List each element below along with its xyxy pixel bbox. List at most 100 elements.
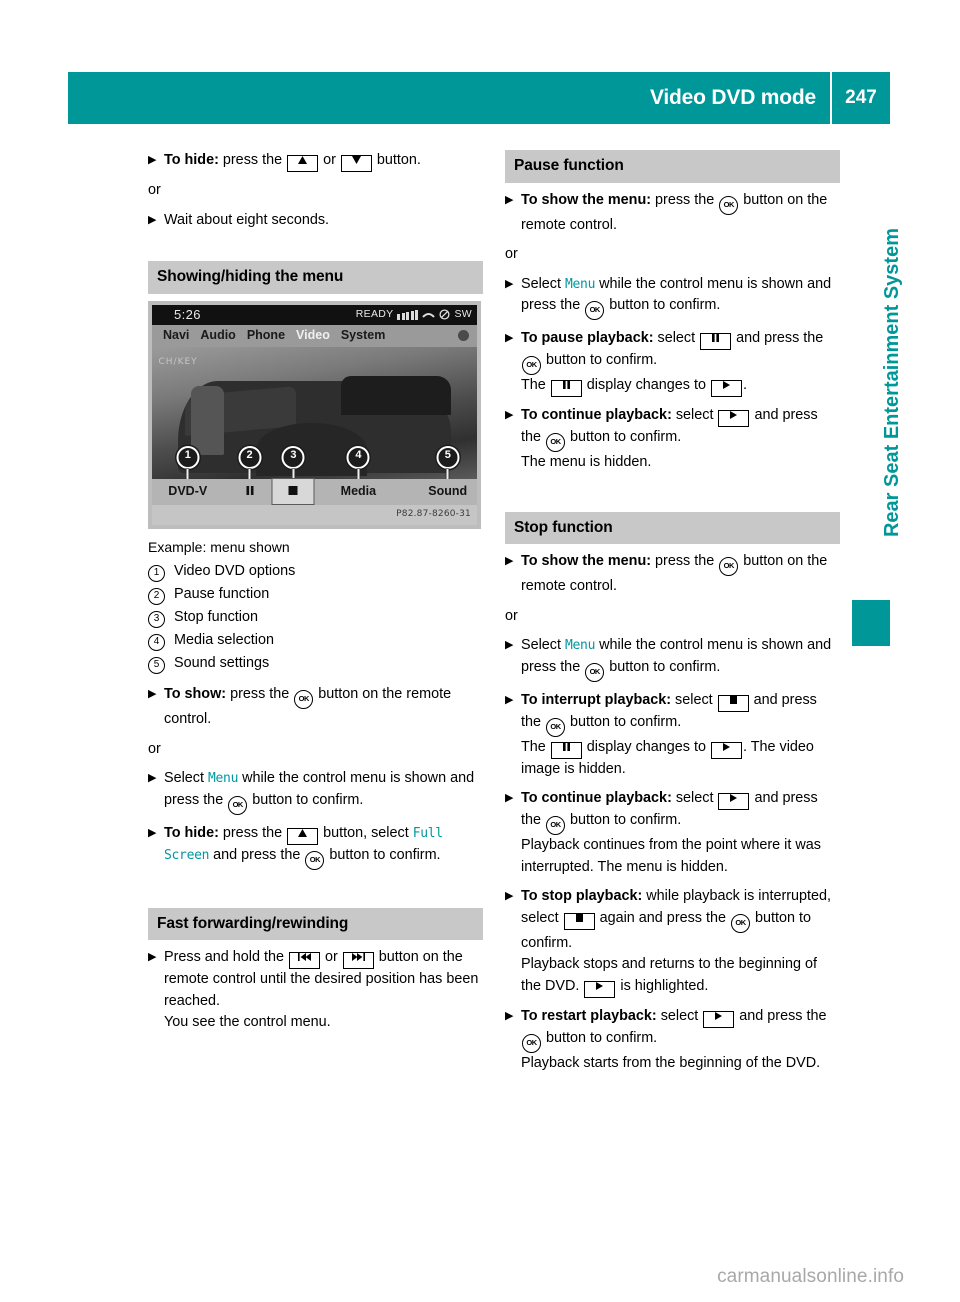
- softkey-stop-icon[interactable]: [271, 477, 315, 506]
- softkey-dvd-v[interactable]: DVD-V: [168, 481, 207, 503]
- image-code: P82.87-8260-31: [396, 508, 471, 519]
- section-pause-function: Pause function: [505, 150, 840, 183]
- step-bullet-icon: ▶: [148, 826, 157, 839]
- step-lead: To show:: [164, 686, 227, 702]
- legend-number: 2: [148, 583, 174, 605]
- play-icon: [584, 980, 616, 998]
- page-number: 247: [845, 87, 877, 108]
- device-menu-bar: Navi Audio Phone Video System: [152, 324, 477, 347]
- down-arrow-icon: [340, 155, 372, 172]
- callout-number: 1: [176, 445, 200, 469]
- step-bullet-icon: ▶: [505, 409, 514, 421]
- signal-bars-icon: [397, 309, 419, 320]
- pause-icon: [700, 333, 732, 350]
- legend-label: Stop function: [174, 609, 259, 625]
- device-menu-phone[interactable]: Phone: [247, 325, 285, 347]
- or-label-2: or: [505, 607, 518, 624]
- device-menu-system[interactable]: System: [341, 325, 385, 347]
- step-text: Wait about eight seconds.: [164, 211, 330, 228]
- legend-label: Media selection: [174, 632, 274, 648]
- ok-button-icon: OK: [546, 717, 566, 737]
- step-lead: To continue playback:: [521, 790, 672, 806]
- legend-number: 1: [148, 560, 174, 582]
- ok-button-icon: OK: [719, 557, 739, 576]
- pause-icon: [550, 741, 582, 759]
- legend-label: Sound settings: [174, 655, 270, 671]
- section-showing-hiding-menu: Showing/hiding the menu: [148, 261, 483, 294]
- ok-button-icon: OK: [546, 816, 566, 835]
- legend-item-4: 4 Media selection: [148, 629, 483, 651]
- left-column: ▶ To hide: press the or button. or ▶ Wai…: [148, 150, 483, 1042]
- or-label-1: or: [505, 246, 518, 262]
- ok-button-icon: OK: [546, 433, 566, 452]
- step-lead: To show the menu:: [521, 191, 652, 208]
- softkey-sound[interactable]: Sound: [428, 481, 467, 503]
- site-watermark: carmanualsonline.info: [717, 1266, 904, 1287]
- callout-number: 2: [238, 445, 261, 469]
- legend-item-1: 1 Video DVD options: [148, 560, 483, 582]
- device-menu-audio[interactable]: Audio: [200, 325, 235, 347]
- step-stop-show-menu: ▶ To show the menu: press the OK button …: [505, 553, 828, 594]
- page-title: Video DVD mode: [649, 86, 816, 109]
- step-to-show: ▶ To show: press the OK button on the re…: [148, 686, 452, 727]
- step-bullet-icon: ▶: [505, 555, 514, 567]
- device-screenshot: 5:26 READY SW Navi Audio Phone Video Sys…: [148, 300, 481, 529]
- step-lead: To pause playback:: [521, 330, 654, 346]
- softkey-media[interactable]: Media: [341, 481, 376, 503]
- step-lead: To continue playback:: [521, 407, 672, 423]
- step-continue-playback-2: ▶ To continue playback: select and press…: [505, 790, 821, 875]
- or-label-2: or: [148, 740, 161, 757]
- step-bullet-icon: ▶: [505, 792, 514, 804]
- step-fast-forward: ▶ Press and hold the or button on the re…: [148, 949, 479, 1030]
- play-icon: [718, 410, 750, 427]
- softkey-pause-icon[interactable]: [245, 481, 254, 503]
- step-wait: ▶ Wait about eight seconds.: [148, 210, 483, 232]
- step-lead: To hide:: [164, 824, 219, 841]
- up-arrow-icon: [287, 827, 319, 845]
- rewind-icon: [289, 952, 320, 969]
- step-bullet-icon: ▶: [148, 688, 157, 700]
- right-column: Pause function ▶ To show the menu: press…: [505, 150, 840, 1082]
- callout-number: 3: [281, 445, 305, 469]
- step-stop-playback: ▶ To stop playback: while playback is in…: [505, 886, 840, 998]
- play-icon: [718, 793, 750, 810]
- step-stop-select-menu: ▶ Select Menu while the control menu is …: [505, 635, 840, 682]
- device-clock: 5:26: [174, 306, 201, 322]
- step-bullet-icon: ▶: [505, 332, 514, 344]
- step-pause-show-menu: ▶ To show the menu: press the OK button …: [505, 191, 828, 233]
- legend-number: 5: [148, 652, 174, 674]
- ok-button-icon: OK: [731, 913, 751, 933]
- step-bullet-icon: ▶: [505, 1009, 514, 1022]
- step-interrupt-playback: ▶ To interrupt playback: select and pres…: [505, 691, 817, 777]
- play-icon: [711, 380, 742, 397]
- legend-label: Pause function: [174, 586, 270, 602]
- step-bullet-icon: ▶: [148, 951, 157, 963]
- ok-button-icon: OK: [305, 850, 325, 870]
- callout-number: 5: [436, 445, 460, 469]
- callout-layer: 1 2 3 4 5: [152, 347, 477, 495]
- step-bullet-icon: ▶: [148, 213, 157, 226]
- device-menu-video[interactable]: Video: [296, 325, 330, 347]
- step-bullet-icon: ▶: [505, 890, 514, 902]
- ok-button-icon: OK: [522, 1033, 541, 1053]
- device-softkey-bar: DVD-V Media Sound: [152, 477, 477, 506]
- ok-button-icon: OK: [585, 662, 605, 682]
- step-restart-playback: ▶ To restart playback: select and press …: [505, 1007, 827, 1071]
- step-lead: To show the menu:: [521, 553, 652, 569]
- step-bullet-icon: ▶: [505, 639, 514, 651]
- fast-forward-icon: [342, 952, 374, 969]
- legend-item-2: 2 Pause function: [148, 583, 483, 605]
- or-label-1: or: [148, 182, 161, 198]
- legend-number: 4: [148, 629, 174, 651]
- phone-icon: [422, 313, 436, 318]
- legend-item-3: 3 Stop function: [148, 606, 483, 628]
- menu-term: Menu: [565, 276, 596, 292]
- step-hide-menu: ▶ To hide: press the button, select Full…: [148, 823, 483, 870]
- legend-item-5: 5 Sound settings: [148, 652, 483, 674]
- device-menu-navi[interactable]: Navi: [163, 325, 189, 347]
- section-fast-forward-rewind: Fast forwarding/rewinding: [148, 907, 483, 940]
- figure-caption: Example: menu shown: [148, 538, 290, 555]
- up-arrow-icon: [287, 155, 319, 172]
- device-status-bar: 5:26 READY SW: [152, 304, 477, 325]
- section-stop-function: Stop function: [505, 511, 840, 544]
